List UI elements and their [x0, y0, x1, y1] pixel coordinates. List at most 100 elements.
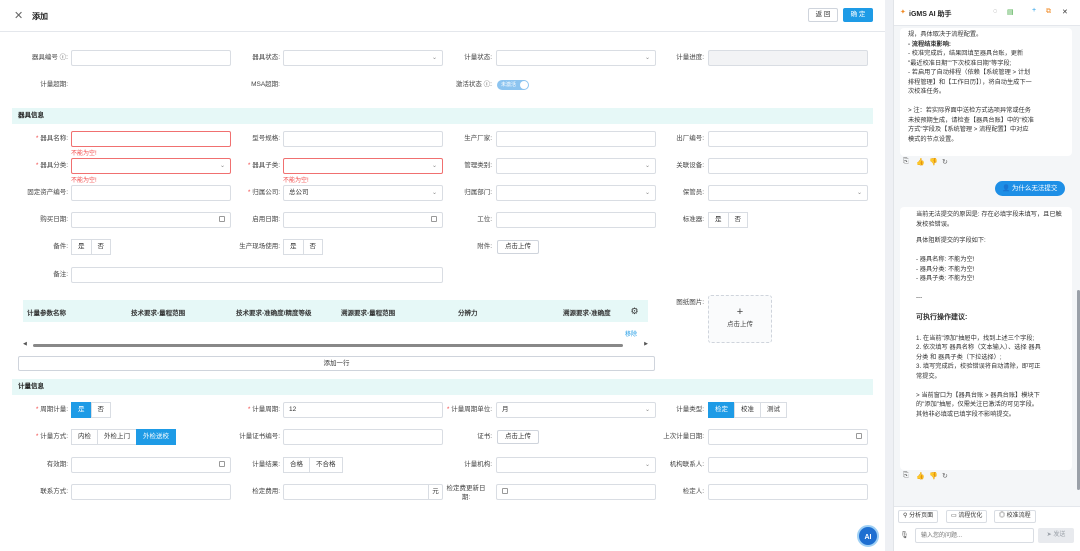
spare-no[interactable]: 否 — [90, 239, 111, 255]
message-line: - 流程结束影响: — [908, 40, 951, 48]
quick-action-analyze[interactable]: ⚲ 分析页面 — [898, 510, 939, 523]
method-send[interactable]: 外检送校 — [136, 429, 176, 445]
thumbs-up-icon[interactable]: 👍 — [916, 158, 925, 166]
metrology-status-select[interactable]: ⌄ — [496, 50, 656, 66]
periodic-no[interactable]: 否 — [90, 402, 111, 418]
purchase-date-picker[interactable] — [71, 212, 231, 228]
message-line — [908, 97, 1064, 107]
cert-no-input[interactable] — [283, 429, 443, 445]
mgmt-category-select[interactable]: ⌄ — [496, 158, 656, 174]
close-icon[interactable]: ✕ — [1062, 8, 1068, 16]
instrument-status-select[interactable]: ⌄ — [283, 50, 443, 66]
related-equipment-input[interactable] — [708, 158, 868, 174]
contact-method-label: 联系方式: — [40, 488, 68, 495]
assistant-header: ✦ iGMS AI 助手 ◌ ▤ + ⧉ ✕ — [894, 0, 1080, 26]
copy-icon[interactable]: ⎘ — [903, 472, 909, 480]
copy-icon[interactable]: ⎘ — [903, 158, 909, 166]
purchase-date-label: 购买日期: — [40, 216, 68, 223]
period-unit-select[interactable]: 月 ⌄ — [496, 402, 656, 418]
remark-input[interactable] — [71, 267, 443, 283]
refresh-icon[interactable]: ↻ — [942, 158, 948, 166]
org-contact-input[interactable] — [708, 457, 868, 473]
standard-no[interactable]: 否 — [727, 212, 748, 228]
position-input[interactable] — [496, 212, 656, 228]
remove-row-link[interactable]: 移除 — [625, 329, 637, 338]
instrument-no-input[interactable] — [71, 50, 231, 66]
manufacturer-input[interactable] — [496, 131, 656, 147]
period-input[interactable]: 12 — [283, 402, 443, 418]
result-pass[interactable]: 合格 — [283, 457, 310, 473]
message-line — [916, 324, 1064, 334]
type-calibration[interactable]: 校准 — [734, 402, 761, 418]
factory-no-input[interactable] — [708, 131, 868, 147]
fee-input[interactable]: 元 — [283, 484, 443, 500]
verifier-input[interactable] — [708, 484, 868, 500]
thumbs-down-icon[interactable]: 👎 — [929, 158, 938, 166]
last-date-picker[interactable] — [708, 429, 868, 445]
result-fail[interactable]: 不合格 — [309, 457, 343, 473]
back-button[interactable]: 返 回 — [808, 8, 838, 22]
refresh-icon[interactable]: ↻ — [942, 472, 948, 480]
metrology-progress-label: 计量进度: — [676, 54, 704, 61]
quick-action-calibration[interactable]: ◎ 校准流程 — [994, 510, 1036, 523]
metrology-type-segment[interactable]: 检定 校准 测试 — [708, 402, 787, 418]
standard-yes[interactable]: 是 — [708, 212, 729, 228]
spare-label: 备件: — [53, 243, 68, 250]
message-line — [916, 381, 1064, 391]
asset-no-input[interactable] — [71, 185, 231, 201]
message-line: - 若启用了自动排程（依赖【系统管理 > 计划 — [908, 69, 1031, 76]
table-scrollbar[interactable]: ◀ ▶ — [23, 341, 648, 348]
thumbs-down-icon[interactable]: 👎 — [929, 472, 938, 480]
model-input[interactable] — [283, 131, 443, 147]
onsite-no[interactable]: 否 — [302, 239, 323, 255]
assistant-input[interactable] — [915, 528, 1034, 543]
category-select[interactable]: ⌄ — [71, 158, 231, 174]
instrument-name-input[interactable] — [71, 131, 231, 147]
drawing-upload-label: 点击上传 — [727, 321, 753, 328]
result-label: 计量结果: — [252, 461, 280, 468]
send-button[interactable]: ➤ 发送 — [1038, 528, 1074, 543]
contact-method-input[interactable] — [71, 484, 231, 500]
type-test[interactable]: 测试 — [760, 402, 787, 418]
quick-action-optimize[interactable]: ▭ 流程优化 — [946, 510, 988, 523]
department-select[interactable]: ⌄ — [496, 185, 656, 201]
onsite-yes[interactable]: 是 — [283, 239, 304, 255]
microphone-icon[interactable]: 🎙 — [900, 531, 909, 539]
standard-segment[interactable]: 是否 — [708, 212, 748, 228]
close-icon[interactable]: ✕ — [14, 9, 23, 22]
enable-date-picker[interactable] — [283, 212, 443, 228]
thumbs-up-icon[interactable]: 👍 — [916, 472, 925, 480]
company-select[interactable]: 总公司 ⌄ — [283, 185, 443, 201]
method-segment[interactable]: 内检 外检上门 外检送校 — [71, 429, 176, 445]
confirm-button[interactable]: 确 定 — [843, 8, 873, 22]
periodic-segment[interactable]: 是否 — [71, 402, 111, 418]
result-segment[interactable]: 合格 不合格 — [283, 457, 343, 473]
onsite-use-segment[interactable]: 是否 — [283, 239, 323, 255]
method-onsite[interactable]: 外检上门 — [97, 429, 137, 445]
add-row-button[interactable]: 添加一行 — [18, 356, 655, 371]
method-internal[interactable]: 内检 — [71, 429, 98, 445]
attachment-upload-button[interactable]: 点击上传 — [497, 240, 539, 254]
org-select[interactable]: ⌄ — [496, 457, 656, 473]
plus-icon[interactable]: + — [1032, 7, 1036, 14]
ai-float-button[interactable]: AI — [857, 525, 879, 547]
message-line: - 器具名称: 不能为空! — [916, 256, 975, 263]
settings-gear-icon[interactable]: ⚙ — [621, 300, 648, 322]
spare-yes[interactable]: 是 — [71, 239, 92, 255]
validity-date-picker[interactable] — [71, 457, 231, 473]
cert-upload-button[interactable]: 点击上传 — [497, 430, 539, 444]
periodic-label: * 周期计量: — [35, 406, 68, 413]
activation-toggle[interactable]: 未激活 — [497, 80, 529, 90]
custodian-select[interactable]: ⌄ — [708, 185, 868, 201]
subcategory-select[interactable]: ⌄ — [283, 158, 443, 174]
document-icon[interactable]: ▤ — [1007, 8, 1014, 16]
table-header-cell: 溯源要求-量程范围 — [341, 310, 396, 317]
type-verification[interactable]: 检定 — [708, 402, 735, 418]
periodic-yes[interactable]: 是 — [71, 402, 92, 418]
message-head: 当前无法提交的原因是: 存在必填字段未填写，且已触发校验错误。 — [916, 211, 1062, 228]
drawing-upload[interactable]: + 点击上传 — [708, 295, 772, 343]
chat-icon[interactable]: ◌ — [993, 8, 997, 15]
expand-icon[interactable]: ⧉ — [1046, 8, 1051, 16]
fee-update-date-picker[interactable] — [496, 484, 656, 500]
spare-segment[interactable]: 是否 — [71, 239, 111, 255]
